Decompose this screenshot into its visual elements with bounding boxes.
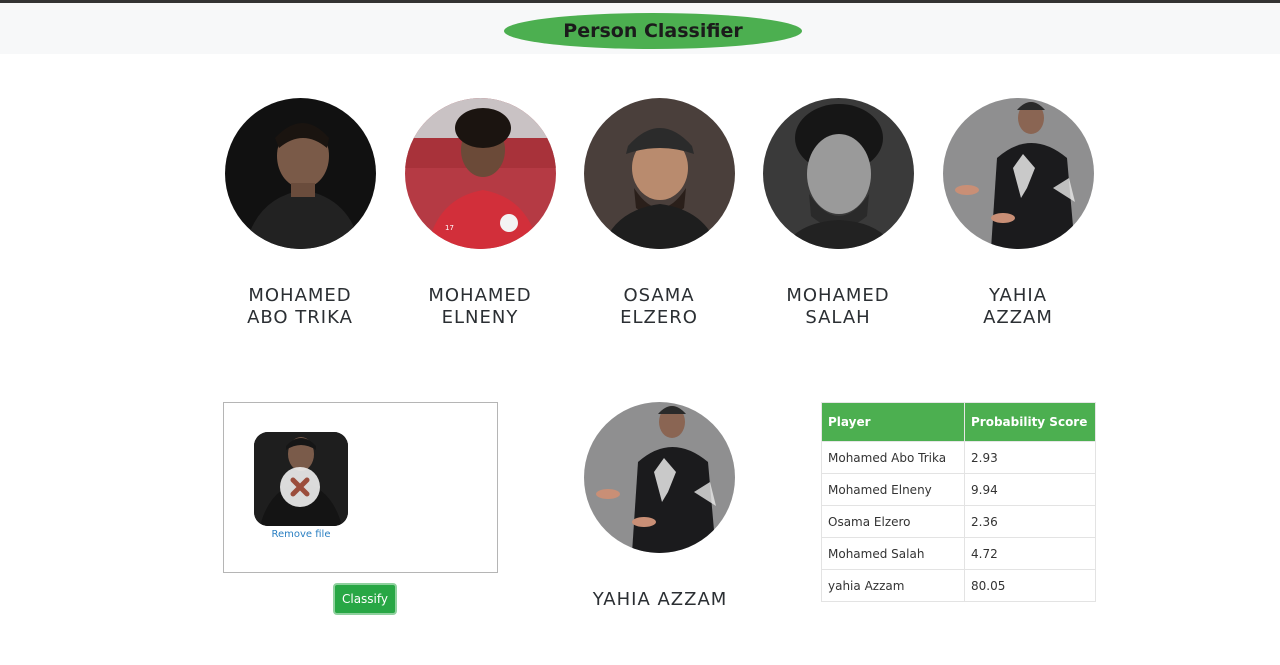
uploaded-image-thumbnail	[254, 432, 348, 526]
column-header-player: Player	[821, 402, 965, 442]
avatar-elzero	[583, 98, 735, 249]
score-cell: 9.94	[964, 473, 1096, 506]
player-cell: Osama Elzero	[821, 505, 965, 538]
probability-table: Player Probability Score Mohamed Abo Tri…	[821, 402, 1096, 602]
remove-file-link[interactable]: Remove file	[224, 529, 378, 540]
upload-dropzone[interactable]: Remove file	[223, 402, 498, 573]
classify-button[interactable]: Classify	[333, 583, 397, 615]
player-cell: Mohamed Salah	[821, 537, 965, 570]
score-cell: 2.36	[964, 505, 1096, 538]
avatar-elneny: 17	[404, 98, 556, 249]
table-header-row: Player Probability Score	[821, 402, 1096, 442]
person-card-abo-trika: MOHAMED ABO TRIKA	[210, 98, 390, 329]
person-name: MOHAMED ABO TRIKA	[247, 285, 353, 328]
avatar-azzam	[942, 98, 1094, 249]
person-card-elneny: 17 MOHAMED ELNENY	[390, 98, 570, 329]
person-name: MOHAMED SALAH	[786, 285, 890, 328]
score-cell: 4.72	[964, 537, 1096, 570]
person-card-elzero: OSAMA ELZERO	[569, 98, 749, 329]
svg-text:17: 17	[445, 224, 454, 232]
table-row: yahia Azzam 80.05	[821, 569, 1096, 602]
remove-file-icon[interactable]	[280, 467, 320, 507]
person-name: OSAMA ELZERO	[620, 285, 698, 328]
column-header-score: Probability Score	[964, 402, 1096, 442]
player-cell: yahia Azzam	[821, 569, 965, 602]
avatar-abo-trika	[224, 98, 376, 249]
table-row: Mohamed Abo Trika 2.93	[821, 441, 1096, 474]
table-row: Mohamed Salah 4.72	[821, 537, 1096, 570]
score-cell: 2.93	[964, 441, 1096, 474]
player-cell: Mohamed Elneny	[821, 473, 965, 506]
person-card-salah: MOHAMED SALAH	[748, 98, 928, 329]
avatar-salah	[762, 98, 914, 249]
result-name: YAHIA AZZAM	[592, 589, 728, 610]
score-cell: 80.05	[964, 569, 1096, 602]
header-bar: Person Classifier	[0, 3, 1280, 54]
table-row: Mohamed Elneny 9.94	[821, 473, 1096, 506]
person-card-azzam: YAHIA AZZAM	[928, 98, 1108, 329]
player-cell: Mohamed Abo Trika	[821, 441, 965, 474]
result-avatar	[584, 402, 735, 553]
table-row: Osama Elzero 2.36	[821, 505, 1096, 538]
person-name: MOHAMED ELNENY	[428, 285, 532, 328]
page-title: Person Classifier	[504, 13, 802, 49]
person-name: YAHIA AZZAM	[983, 285, 1053, 328]
